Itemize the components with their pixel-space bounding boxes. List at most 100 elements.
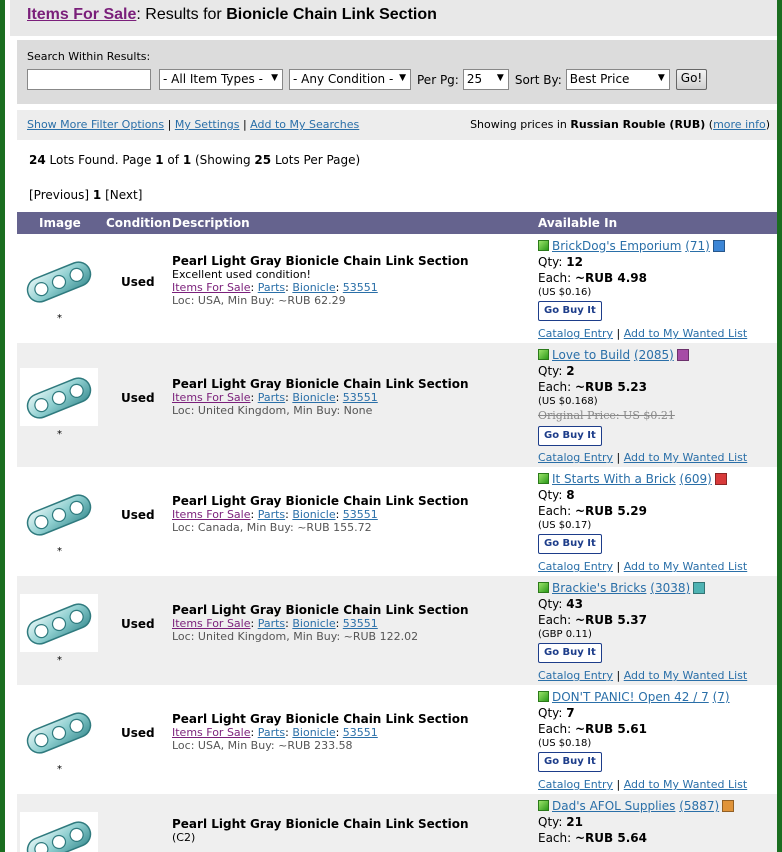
quantity: Qty: 43: [538, 596, 777, 612]
part-thumbnail[interactable]: [20, 812, 98, 852]
sort-by-select[interactable]: Best Price ▼: [565, 69, 670, 90]
go-buy-it-button[interactable]: Go Buy It: [538, 752, 602, 772]
crumb-part-number[interactable]: 53551: [343, 391, 378, 404]
crumb-bionicle[interactable]: Bionicle: [292, 617, 335, 630]
part-thumbnail[interactable]: [20, 252, 98, 310]
price-value: ~RUB 5.23: [575, 380, 647, 394]
add-to-wanted-link[interactable]: Add to My Wanted List: [624, 560, 748, 573]
original-currency-price: (US $0.168): [538, 396, 598, 407]
results-table-header: Image Condition Description Available In: [17, 212, 777, 234]
part-thumbnail[interactable]: [20, 594, 98, 652]
per-page-select[interactable]: 25 ▼: [462, 69, 509, 90]
store-link[interactable]: Love to Build: [552, 348, 630, 362]
store-listing: Brackie's Bricks (3038) Qty: 43 Each: ~RUB…: [538, 580, 777, 663]
row-links: Catalog Entry | Add to My Wanted List: [538, 327, 748, 340]
summary-text: Lots Per Page): [271, 153, 361, 167]
thumbnail-caption: *: [57, 764, 62, 775]
store-feedback-link[interactable]: (7): [713, 690, 730, 704]
more-info-link[interactable]: more info: [713, 118, 766, 131]
store-link[interactable]: DON'T PANIC! Open 42 / 7: [552, 690, 709, 704]
catalog-entry-link[interactable]: Catalog Entry: [538, 778, 613, 791]
condition-select[interactable]: - Any Condition - ▼: [289, 69, 411, 90]
unit-price: Each: ~RUB 5.23: [538, 379, 777, 395]
page-content: Items For Sale: Results for Bionicle Cha…: [10, 0, 777, 852]
add-to-wanted-link[interactable]: Add to My Wanted List: [624, 778, 748, 791]
part-thumbnail[interactable]: [20, 368, 98, 426]
crumb-items-for-sale[interactable]: Items For Sale: [172, 281, 251, 294]
go-buy-it-button[interactable]: Go Buy It: [538, 301, 602, 321]
item-type-select[interactable]: - All Item Types - ▼: [159, 69, 283, 90]
qty-label: Qty:: [538, 488, 567, 502]
category-breadcrumb: Items For Sale: Parts: Bionicle: 53551: [172, 617, 378, 630]
go-buy-it-button[interactable]: Go Buy It: [538, 643, 602, 663]
catalog-entry-link[interactable]: Catalog Entry: [538, 451, 613, 464]
store-feedback-link[interactable]: (5887): [679, 799, 719, 813]
category-breadcrumb: Items For Sale: Parts: Bionicle: 53551: [172, 726, 378, 739]
price-value: ~RUB 5.29: [575, 504, 647, 518]
item-title: Pearl Light Gray Bionicle Chain Link Sec…: [172, 603, 469, 617]
catalog-entry-link[interactable]: Catalog Entry: [538, 327, 613, 340]
store-line: BrickDog's Emporium (71): [538, 238, 777, 254]
currency-name: Russian Rouble (RUB): [570, 118, 706, 131]
price-value: ~RUB 5.64: [575, 831, 647, 845]
crumb-part-number[interactable]: 53551: [343, 617, 378, 630]
add-to-wanted-link[interactable]: Add to My Wanted List: [624, 327, 748, 340]
item-description: Pearl Light Gray Bionicle Chain Link Sec…: [172, 255, 469, 308]
items-for-sale-link[interactable]: Items For Sale: [27, 6, 136, 23]
add-to-wanted-link[interactable]: Add to My Wanted List: [624, 669, 748, 682]
chevron-down-icon: ▼: [399, 73, 406, 83]
crumb-items-for-sale[interactable]: Items For Sale: [172, 391, 251, 404]
thumbnail-caption: *: [57, 313, 62, 324]
go-buy-it-button[interactable]: Go Buy It: [538, 426, 602, 446]
crumb-bionicle[interactable]: Bionicle: [292, 391, 335, 404]
crumb-bionicle[interactable]: Bionicle: [292, 508, 335, 521]
each-label: Each:: [538, 380, 575, 394]
crumb-items-for-sale[interactable]: Items For Sale: [172, 617, 251, 630]
store-feedback-link[interactable]: (3038): [650, 581, 690, 595]
crumb-part-number[interactable]: 53551: [343, 726, 378, 739]
store-link[interactable]: BrickDog's Emporium: [552, 239, 681, 253]
show-more-filters-link[interactable]: Show More Filter Options: [27, 118, 164, 131]
crumb-parts[interactable]: Parts: [258, 726, 285, 739]
part-thumbnail[interactable]: [20, 703, 98, 761]
crumb-bionicle[interactable]: Bionicle: [292, 281, 335, 294]
crumb-bionicle[interactable]: Bionicle: [292, 726, 335, 739]
crumb-parts[interactable]: Parts: [258, 508, 285, 521]
add-to-wanted-link[interactable]: Add to My Wanted List: [624, 451, 748, 464]
crumb-parts[interactable]: Parts: [258, 281, 285, 294]
store-link[interactable]: Dad's AFOL Supplies: [552, 799, 675, 813]
qty-label: Qty:: [538, 364, 567, 378]
crumb-parts[interactable]: Parts: [258, 391, 285, 404]
item-description: Pearl Light Gray Bionicle Chain Link Sec…: [172, 378, 469, 418]
item-description: Pearl Light Gray Bionicle Chain Link Sec…: [172, 603, 469, 644]
crumb-part-number[interactable]: 53551: [343, 281, 378, 294]
next-page-link[interactable]: [Next]: [105, 188, 142, 202]
page-title: Items For Sale: Results for Bionicle Cha…: [10, 0, 777, 36]
item-description: Pearl Light Gray Bionicle Chain Link Sec…: [172, 713, 469, 753]
store-listing: It Starts With a Brick (609) Qty: 8 Each: …: [538, 471, 777, 554]
table-row: * Used Pearl Light Gray Bionicle Chain Lin…: [17, 343, 777, 467]
add-to-searches-link[interactable]: Add to My Searches: [250, 118, 359, 131]
store-feedback-link[interactable]: (71): [685, 239, 710, 253]
original-price: Original Price: US $0.21: [538, 408, 777, 424]
unit-price: Each: ~RUB 5.64: [538, 830, 777, 846]
my-settings-link[interactable]: My Settings: [175, 118, 240, 131]
catalog-entry-link[interactable]: Catalog Entry: [538, 669, 613, 682]
store-link[interactable]: Brackie's Bricks: [552, 581, 646, 595]
previous-page-link[interactable]: [Previous]: [29, 188, 89, 202]
chevron-down-icon: ▼: [271, 73, 278, 83]
store-feedback-link[interactable]: (609): [680, 472, 712, 486]
go-button[interactable]: Go!: [675, 69, 708, 90]
crumb-items-for-sale[interactable]: Items For Sale: [172, 726, 251, 739]
crumb-items-for-sale[interactable]: Items For Sale: [172, 508, 251, 521]
store-link[interactable]: It Starts With a Brick: [552, 472, 676, 486]
category-breadcrumb: Items For Sale: Parts: Bionicle: 53551: [172, 281, 378, 294]
part-thumbnail[interactable]: [20, 485, 98, 543]
crumb-part-number[interactable]: 53551: [343, 508, 378, 521]
go-buy-it-button[interactable]: Go Buy It: [538, 534, 602, 554]
crumb-parts[interactable]: Parts: [258, 617, 285, 630]
store-feedback-link[interactable]: (2085): [634, 348, 674, 362]
item-location: Loc: USA, Min Buy: ~RUB 62.29: [172, 294, 346, 307]
catalog-entry-link[interactable]: Catalog Entry: [538, 560, 613, 573]
search-within-input[interactable]: [27, 69, 151, 90]
